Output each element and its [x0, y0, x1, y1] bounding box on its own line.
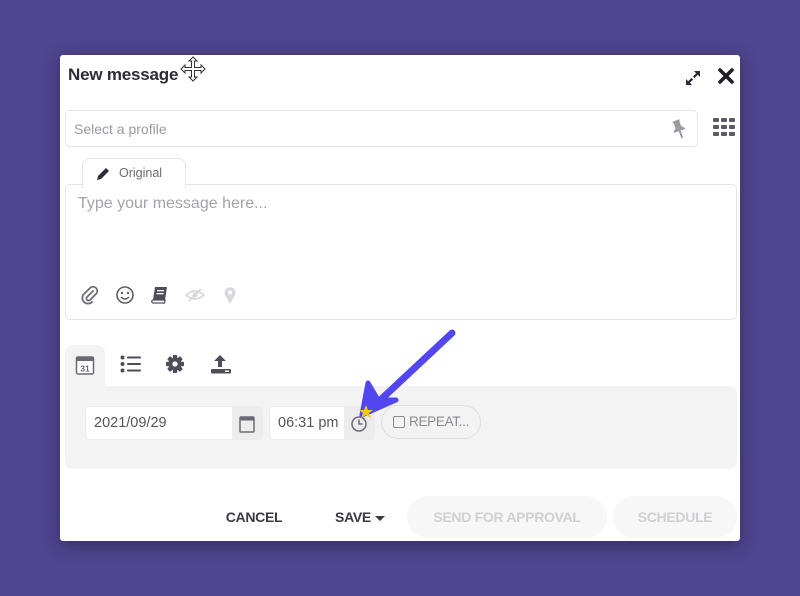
repeat-button[interactable]: REPEAT...: [381, 405, 481, 439]
tab-schedule[interactable]: 31: [65, 345, 105, 387]
message-input[interactable]: [66, 185, 736, 275]
cancel-label: CANCEL: [225, 509, 283, 525]
expand-icon[interactable]: [684, 69, 702, 87]
time-value: 06:31 pm: [278, 415, 339, 431]
grid-icon[interactable]: [713, 117, 735, 137]
send-for-approval-button[interactable]: SEND FOR APPROVAL: [407, 496, 607, 538]
tab-list[interactable]: [110, 345, 150, 387]
move-cursor-icon: [180, 56, 206, 82]
calendar-picker-icon: [239, 416, 255, 433]
date-input[interactable]: 2021/09/29: [85, 406, 263, 440]
options-tabs: 31: [65, 345, 737, 387]
smiley-icon[interactable]: [115, 285, 135, 305]
schedule-button[interactable]: SCHEDULE: [613, 496, 737, 538]
schedule-label: SCHEDULE: [637, 509, 713, 525]
message-composer: [65, 184, 737, 320]
dialog-title: New message: [68, 65, 179, 84]
save-button[interactable]: SAVE: [320, 496, 400, 538]
gear-icon: [166, 355, 184, 373]
book-icon[interactable]: [150, 285, 170, 305]
new-message-dialog: New message Select a profile Original Ty…: [60, 55, 740, 541]
pencil-icon: [97, 168, 109, 180]
tab-original-label: Original: [119, 166, 163, 180]
schedule-panel: 2021/09/29 06:31 pm REPEAT...: [65, 386, 737, 469]
paperclip-icon[interactable]: [80, 285, 100, 305]
tab-upload[interactable]: [200, 345, 240, 387]
eye-slash-icon[interactable]: [184, 285, 206, 305]
upload-icon: [211, 355, 231, 374]
send-for-approval-label: SEND FOR APPROVAL: [433, 509, 581, 525]
close-icon[interactable]: [717, 67, 735, 85]
time-picker-button[interactable]: [344, 407, 374, 439]
svg-text:31: 31: [80, 364, 90, 374]
list-icon: [120, 355, 141, 373]
cancel-button[interactable]: CANCEL: [210, 496, 298, 538]
repeat-label: REPEAT...: [409, 414, 470, 429]
date-value: 2021/09/29: [94, 415, 167, 431]
pin-icon[interactable]: [669, 118, 689, 140]
tab-original[interactable]: Original: [82, 158, 186, 188]
repeat-checkbox[interactable]: [393, 416, 405, 428]
profile-select-placeholder: Select a profile: [74, 121, 167, 137]
date-picker-button[interactable]: [232, 407, 262, 439]
caret-down-icon: [374, 515, 385, 521]
save-label: SAVE: [335, 509, 371, 525]
profile-select[interactable]: Select a profile: [65, 110, 698, 147]
time-input[interactable]: 06:31 pm: [269, 406, 375, 440]
calendar-icon: 31: [75, 356, 95, 375]
composer-toolbar: [80, 285, 240, 305]
clock-icon: [351, 416, 367, 432]
tab-settings[interactable]: [155, 345, 195, 387]
map-pin-icon[interactable]: [220, 285, 240, 305]
